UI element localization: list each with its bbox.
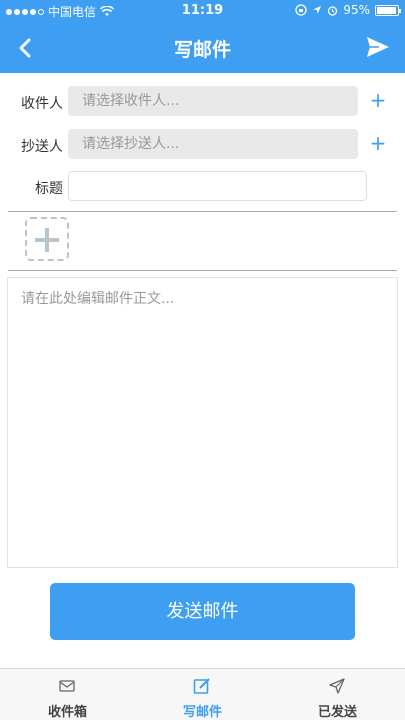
add-recipient-button[interactable]: + <box>367 88 389 112</box>
inbox-icon <box>59 680 75 692</box>
tab-sent-label: 已发送 <box>317 705 357 720</box>
rotation-lock-icon <box>295 4 307 16</box>
add-cc-button[interactable]: + <box>367 131 389 155</box>
paper-plane-icon[interactable] <box>365 34 391 60</box>
tab-compose[interactable]: 写邮件 <box>135 669 270 720</box>
status-bar: 中国电信 11:19 95% <box>0 0 405 22</box>
battery-fill <box>377 6 396 14</box>
to-picker[interactable]: 请选择收件人... <box>68 86 358 116</box>
divider-top <box>8 211 397 212</box>
to-row: 收件人 请选择收件人... + <box>0 86 405 118</box>
subject-row: 标题 <box>0 171 405 203</box>
cc-label: 抄送人 <box>21 139 63 155</box>
tab-sent[interactable]: 已发送 <box>270 669 405 720</box>
cc-row: 抄送人 请选择抄送人... + <box>0 129 405 161</box>
tab-inbox[interactable]: 收件箱 <box>0 669 135 720</box>
nav-bar: 写邮件 <box>0 22 405 73</box>
tab-bar: 收件箱 写邮件 已发送 <box>0 668 405 720</box>
add-attachment-icon[interactable] <box>25 217 69 261</box>
sent-icon <box>329 678 345 694</box>
alarm-icon <box>328 5 338 16</box>
battery-percent: 95% <box>343 3 370 17</box>
subject-input[interactable] <box>68 171 367 201</box>
compose-icon <box>193 678 210 694</box>
page-title: 写邮件 <box>173 39 231 61</box>
tab-inbox-label: 收件箱 <box>47 705 87 720</box>
divider-bottom <box>8 270 397 271</box>
location-icon <box>313 6 322 14</box>
status-right: 95% <box>295 3 401 17</box>
subject-label: 标题 <box>35 181 63 197</box>
tab-compose-label: 写邮件 <box>182 705 222 720</box>
to-label: 收件人 <box>21 96 63 112</box>
mail-body-textarea[interactable]: 请在此处编辑邮件正文... <box>7 277 398 568</box>
send-mail-button[interactable]: 发送邮件 <box>50 583 355 640</box>
app-header: 中国电信 11:19 95% 写邮件 <box>0 0 405 73</box>
cc-picker[interactable]: 请选择抄送人... <box>68 129 358 159</box>
battery-icon <box>375 4 401 16</box>
